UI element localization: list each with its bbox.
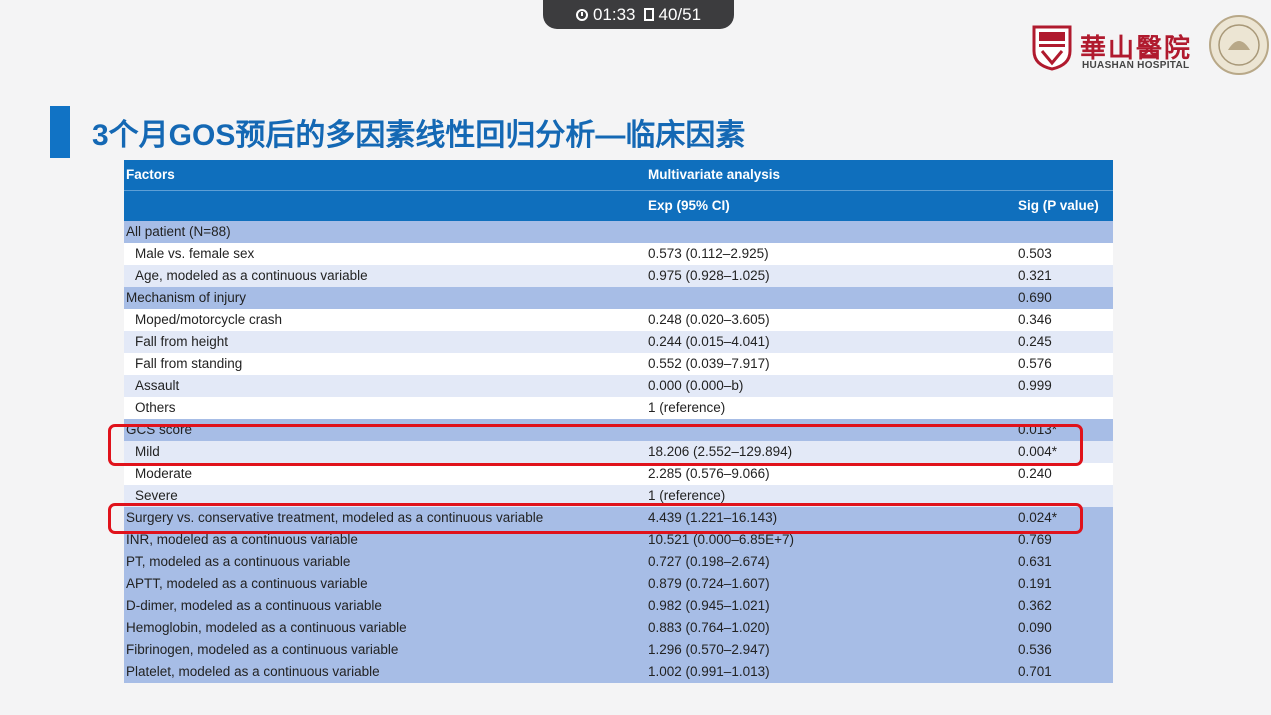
factor-cell: Others [135,400,176,415]
exp-cell: 0.248 (0.020–3.605) [648,312,770,327]
sig-cell: 0.245 [1018,334,1052,349]
table-row: Platelet, modeled as a continuous variab… [124,661,1113,683]
exp-cell: 0.982 (0.945–1.021) [648,598,770,613]
exp-cell: 2.285 (0.576–9.066) [648,466,770,481]
exp-cell: 10.521 (0.000–6.85E+7) [648,532,794,547]
slide-counter-pill: 01:33 40/51 [543,0,734,29]
title-accent-bar [50,106,70,158]
exp-cell: 1.296 (0.570–2.947) [648,642,770,657]
table-row: Fall from height 0.244 (0.015–4.041) 0.2… [124,331,1113,353]
regression-table: Factors Multivariate analysis Exp (95% C… [124,160,1113,683]
exp-cell: 0.975 (0.928–1.025) [648,268,770,283]
exp-cell: 1.002 (0.991–1.013) [648,664,770,679]
factor-cell: Assault [135,378,180,393]
factor-cell: D-dimer, modeled as a continuous variabl… [126,598,382,613]
sig-cell: 0.362 [1018,598,1052,613]
factor-cell: Age, modeled as a continuous variable [135,268,368,283]
elapsed-time: 01:33 [592,4,636,24]
factor-cell: Fibrinogen, modeled as a continuous vari… [126,642,399,657]
exp-cell: 0.573 (0.112–2.925) [648,246,769,261]
exp-cell: 1 (reference) [648,488,726,503]
header-multivariate: Multivariate analysis [648,167,781,182]
university-seal-icon [1209,15,1269,75]
exp-cell: 0.552 (0.039–7.917) [648,356,770,371]
sig-cell: 0.999 [1018,378,1052,393]
sig-cell: 0.346 [1018,312,1052,327]
sig-cell: 0.503 [1018,246,1052,261]
table-row: Moped/motorcycle crash 0.248 (0.020–3.60… [124,309,1113,331]
factor-cell: PT, modeled as a continuous variable [126,554,351,569]
exp-cell: 0.000 (0.000–b) [648,378,744,393]
hospital-logo-icon [1032,25,1072,71]
factor-cell: Severe [135,488,178,503]
sig-cell: 0.536 [1018,642,1052,657]
sig-cell: 0.769 [1018,532,1052,547]
page-counter: 40/51 [658,4,702,24]
factor-cell: Male vs. female sex [135,246,255,261]
header-exp: Exp (95% CI) [648,198,730,213]
factor-cell: Platelet, modeled as a continuous variab… [126,664,380,679]
table-row: Hemoglobin, modeled as a continuous vari… [124,617,1113,639]
factor-cell: APTT, modeled as a continuous variable [126,576,368,591]
header-factors: Factors [126,167,175,182]
exp-cell: 1 (reference) [648,400,726,415]
sig-cell: 0.321 [1018,268,1052,283]
sig-cell: 0.191 [1018,576,1052,591]
factor-cell: Mechanism of injury [126,290,247,305]
table-row: Fall from standing 0.552 (0.039–7.917) 0… [124,353,1113,375]
table-row: Moderate 2.285 (0.576–9.066) 0.240 [124,463,1113,485]
factor-cell: All patient (N=88) [126,224,231,239]
sig-cell: 0.090 [1018,620,1052,635]
sig-cell: 0.631 [1018,554,1052,569]
table-header-row-2: Exp (95% CI) Sig (P value) [124,190,1113,221]
table-row: D-dimer, modeled as a continuous variabl… [124,595,1113,617]
factor-cell: Hemoglobin, modeled as a continuous vari… [126,620,407,635]
sig-cell: 0.701 [1018,664,1052,679]
hospital-name-en: HUASHAN HOSPITAL [1082,60,1190,71]
table-row: Fibrinogen, modeled as a continuous vari… [124,639,1113,661]
exp-cell: 0.727 (0.198–2.674) [648,554,770,569]
factor-cell: Fall from height [135,334,229,349]
slide-title: 3个月GOS预后的多因素线性回归分析—临床因素 [92,119,746,152]
factor-cell: Fall from standing [135,356,243,371]
factor-cell: Moped/motorcycle crash [135,312,283,327]
table-row: PT, modeled as a continuous variable 0.7… [124,551,1113,573]
sig-cell: 0.690 [1018,290,1052,305]
page-icon [643,8,654,21]
table-header-row-1: Factors Multivariate analysis [124,160,1113,190]
exp-cell: 0.883 (0.764–1.020) [648,620,770,635]
exp-cell: 0.879 (0.724–1.607) [648,576,770,591]
factor-cell: INR, modeled as a continuous variable [126,532,358,547]
sig-cell: 0.576 [1018,356,1052,371]
surgery-highlight-box [108,503,1083,534]
sig-cell: 0.240 [1018,466,1052,481]
table-row: Mechanism of injury 0.690 [124,287,1113,309]
table-row: Assault 0.000 (0.000–b) 0.999 [124,375,1113,397]
table-row: APTT, modeled as a continuous variable 0… [124,573,1113,595]
table-row: All patient (N=88) [124,221,1113,243]
header-sig: Sig (P value) [1018,198,1099,213]
table-row: Age, modeled as a continuous variable 0.… [124,265,1113,287]
gcs-highlight-box [108,424,1083,466]
table-row: Others 1 (reference) [124,397,1113,419]
factor-cell: Moderate [135,466,193,481]
clock-icon [575,8,588,21]
exp-cell: 0.244 (0.015–4.041) [648,334,770,349]
table-row: Male vs. female sex 0.573 (0.112–2.925) … [124,243,1113,265]
